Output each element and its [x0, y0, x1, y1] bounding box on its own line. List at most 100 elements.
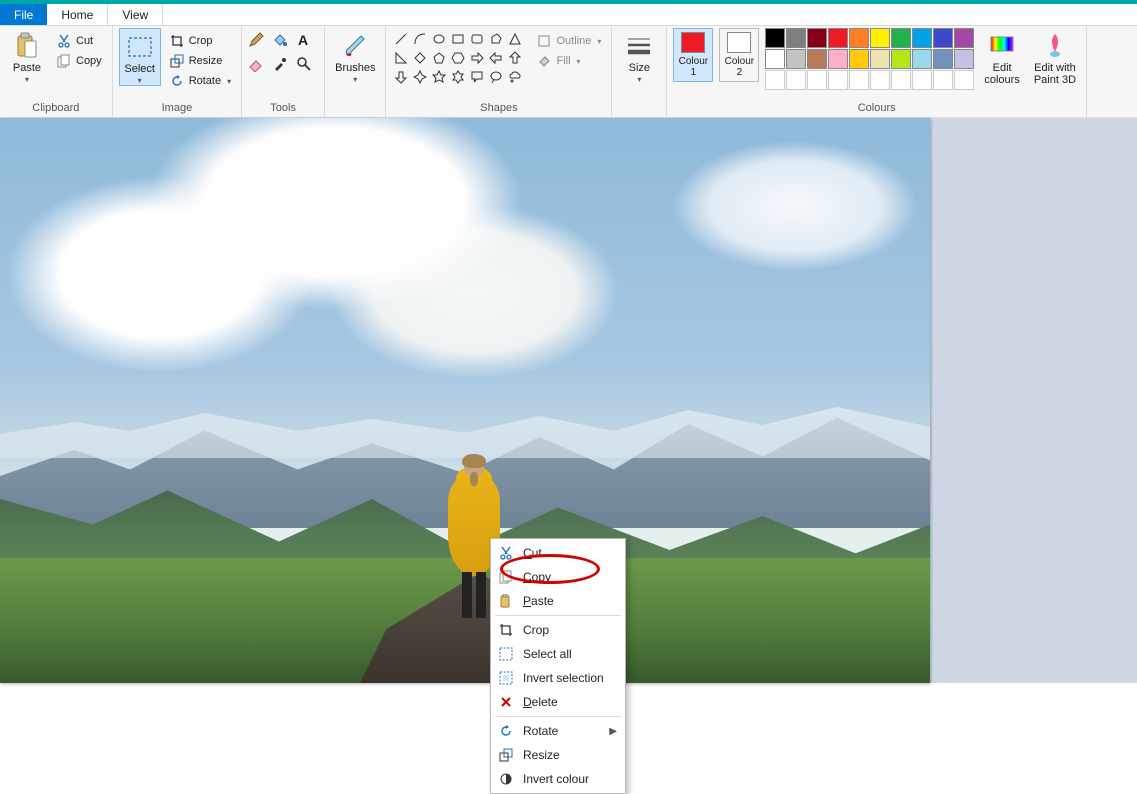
- shape-callout-rect-icon[interactable]: [468, 68, 486, 86]
- shape-arrowU-icon[interactable]: [506, 49, 524, 67]
- shape-arrowD-icon[interactable]: [392, 68, 410, 86]
- shape-pentagon-icon[interactable]: [430, 49, 448, 67]
- colour-swatch[interactable]: [849, 28, 869, 48]
- colour-swatch[interactable]: [891, 70, 911, 90]
- tab-home[interactable]: Home: [47, 4, 108, 25]
- shape-rtriangle-icon[interactable]: [392, 49, 410, 67]
- bucket-icon[interactable]: [272, 32, 294, 54]
- colour-swatch[interactable]: [891, 28, 911, 48]
- select-button[interactable]: Select ▾: [119, 28, 161, 86]
- shape-star6-icon[interactable]: [449, 68, 467, 86]
- context-cut[interactable]: Cut: [491, 541, 625, 565]
- colour1-button[interactable]: Colour1: [673, 28, 713, 82]
- eraser-icon[interactable]: [248, 56, 270, 78]
- context-resize[interactable]: Resize: [491, 743, 625, 767]
- colour-swatch[interactable]: [870, 70, 890, 90]
- paint3d-button[interactable]: Edit withPaint 3D: [1030, 28, 1080, 86]
- shape-triangle-icon[interactable]: [506, 30, 524, 48]
- colour-swatch[interactable]: [828, 70, 848, 90]
- group-colours: Colour1 Colour2 Editcolours: [667, 26, 1087, 117]
- shape-star4-icon[interactable]: [411, 68, 429, 86]
- palette-row2[interactable]: [765, 49, 974, 69]
- shape-rect-icon[interactable]: [449, 30, 467, 48]
- menu-tabs: File Home View: [0, 4, 1137, 26]
- colour-swatch[interactable]: [849, 49, 869, 69]
- shape-outline-button[interactable]: Outline ▾: [532, 32, 605, 50]
- colour-swatch[interactable]: [912, 49, 932, 69]
- group-image-label: Image: [119, 100, 235, 117]
- shape-fill-button[interactable]: Fill ▾: [532, 52, 605, 70]
- colour-swatch[interactable]: [933, 49, 953, 69]
- shapes-gallery[interactable]: [392, 28, 524, 86]
- colour2-button[interactable]: Colour2: [719, 28, 759, 82]
- resize-button[interactable]: Resize: [165, 52, 235, 70]
- colour-swatch[interactable]: [912, 70, 932, 90]
- colour-swatch[interactable]: [849, 70, 869, 90]
- colour-swatch[interactable]: [954, 49, 974, 69]
- brushes-button[interactable]: Brushes ▾: [331, 28, 379, 84]
- context-cut-label: Cut: [523, 546, 542, 560]
- shape-arrowL-icon[interactable]: [487, 49, 505, 67]
- colour-swatch[interactable]: [765, 28, 785, 48]
- text-icon[interactable]: A: [296, 32, 318, 54]
- shape-callout-oval-icon[interactable]: [487, 68, 505, 86]
- picker-icon[interactable]: [272, 56, 294, 78]
- colour-swatch[interactable]: [828, 49, 848, 69]
- colour-swatch[interactable]: [933, 28, 953, 48]
- chevron-down-icon: ▾: [353, 75, 357, 84]
- chevron-down-icon: ▾: [227, 77, 231, 86]
- paste-label: Paste: [13, 62, 41, 74]
- colour-swatch[interactable]: [807, 49, 827, 69]
- colour-swatch[interactable]: [765, 70, 785, 90]
- shape-arrowR-icon[interactable]: [468, 49, 486, 67]
- colour-swatch[interactable]: [786, 49, 806, 69]
- colour-swatch[interactable]: [786, 28, 806, 48]
- colour-swatch[interactable]: [807, 28, 827, 48]
- shape-oval-icon[interactable]: [430, 30, 448, 48]
- context-paste[interactable]: Paste: [491, 589, 625, 613]
- shape-curve-icon[interactable]: [411, 30, 429, 48]
- context-rotate[interactable]: Rotate ▶: [491, 719, 625, 743]
- tab-file[interactable]: File: [0, 4, 47, 25]
- canvas[interactable]: [0, 118, 930, 683]
- shape-hexagon-icon[interactable]: [449, 49, 467, 67]
- rotate-button[interactable]: Rotate ▾: [165, 72, 235, 90]
- shape-line-icon[interactable]: [392, 30, 410, 48]
- shape-callout-cloud-icon[interactable]: [506, 68, 524, 86]
- group-clipboard: Paste ▾ Cut Copy Clipboard: [0, 26, 113, 117]
- context-invert-colour[interactable]: Invert colour: [491, 767, 625, 791]
- size-button[interactable]: Size ▾: [618, 28, 660, 84]
- pencil-icon[interactable]: [248, 32, 270, 54]
- edit-colours-button[interactable]: Editcolours: [980, 28, 1023, 86]
- colour-swatch[interactable]: [870, 28, 890, 48]
- colour-swatch[interactable]: [912, 28, 932, 48]
- colour-swatch[interactable]: [954, 28, 974, 48]
- shape-diamond-icon[interactable]: [411, 49, 429, 67]
- shape-polygon-icon[interactable]: [487, 30, 505, 48]
- outline-label: Outline: [556, 35, 591, 47]
- magnifier-icon[interactable]: [296, 56, 318, 78]
- colour-swatch[interactable]: [891, 49, 911, 69]
- shape-star5-icon[interactable]: [430, 68, 448, 86]
- context-invert-selection[interactable]: Invert selection: [491, 666, 625, 690]
- colour-swatch[interactable]: [828, 28, 848, 48]
- context-select-all[interactable]: Select all: [491, 642, 625, 666]
- colour-swatch[interactable]: [933, 70, 953, 90]
- paste-button[interactable]: Paste ▾: [6, 28, 48, 84]
- colour-swatch[interactable]: [954, 70, 974, 90]
- colour-swatch[interactable]: [765, 49, 785, 69]
- tab-view[interactable]: View: [108, 4, 163, 25]
- colour-swatch[interactable]: [870, 49, 890, 69]
- crop-button[interactable]: Crop: [165, 32, 235, 50]
- context-crop[interactable]: Crop: [491, 618, 625, 642]
- copy-button[interactable]: Copy: [52, 52, 106, 70]
- colour-swatch[interactable]: [786, 70, 806, 90]
- palette-row1[interactable]: [765, 28, 974, 48]
- context-copy[interactable]: Copy: [491, 565, 625, 589]
- shape-roundrect-icon[interactable]: [468, 30, 486, 48]
- copy-label: Copy: [76, 55, 102, 67]
- colour-swatch[interactable]: [807, 70, 827, 90]
- palette-custom[interactable]: [765, 70, 974, 90]
- context-delete[interactable]: Delete: [491, 690, 625, 714]
- cut-button[interactable]: Cut: [52, 32, 106, 50]
